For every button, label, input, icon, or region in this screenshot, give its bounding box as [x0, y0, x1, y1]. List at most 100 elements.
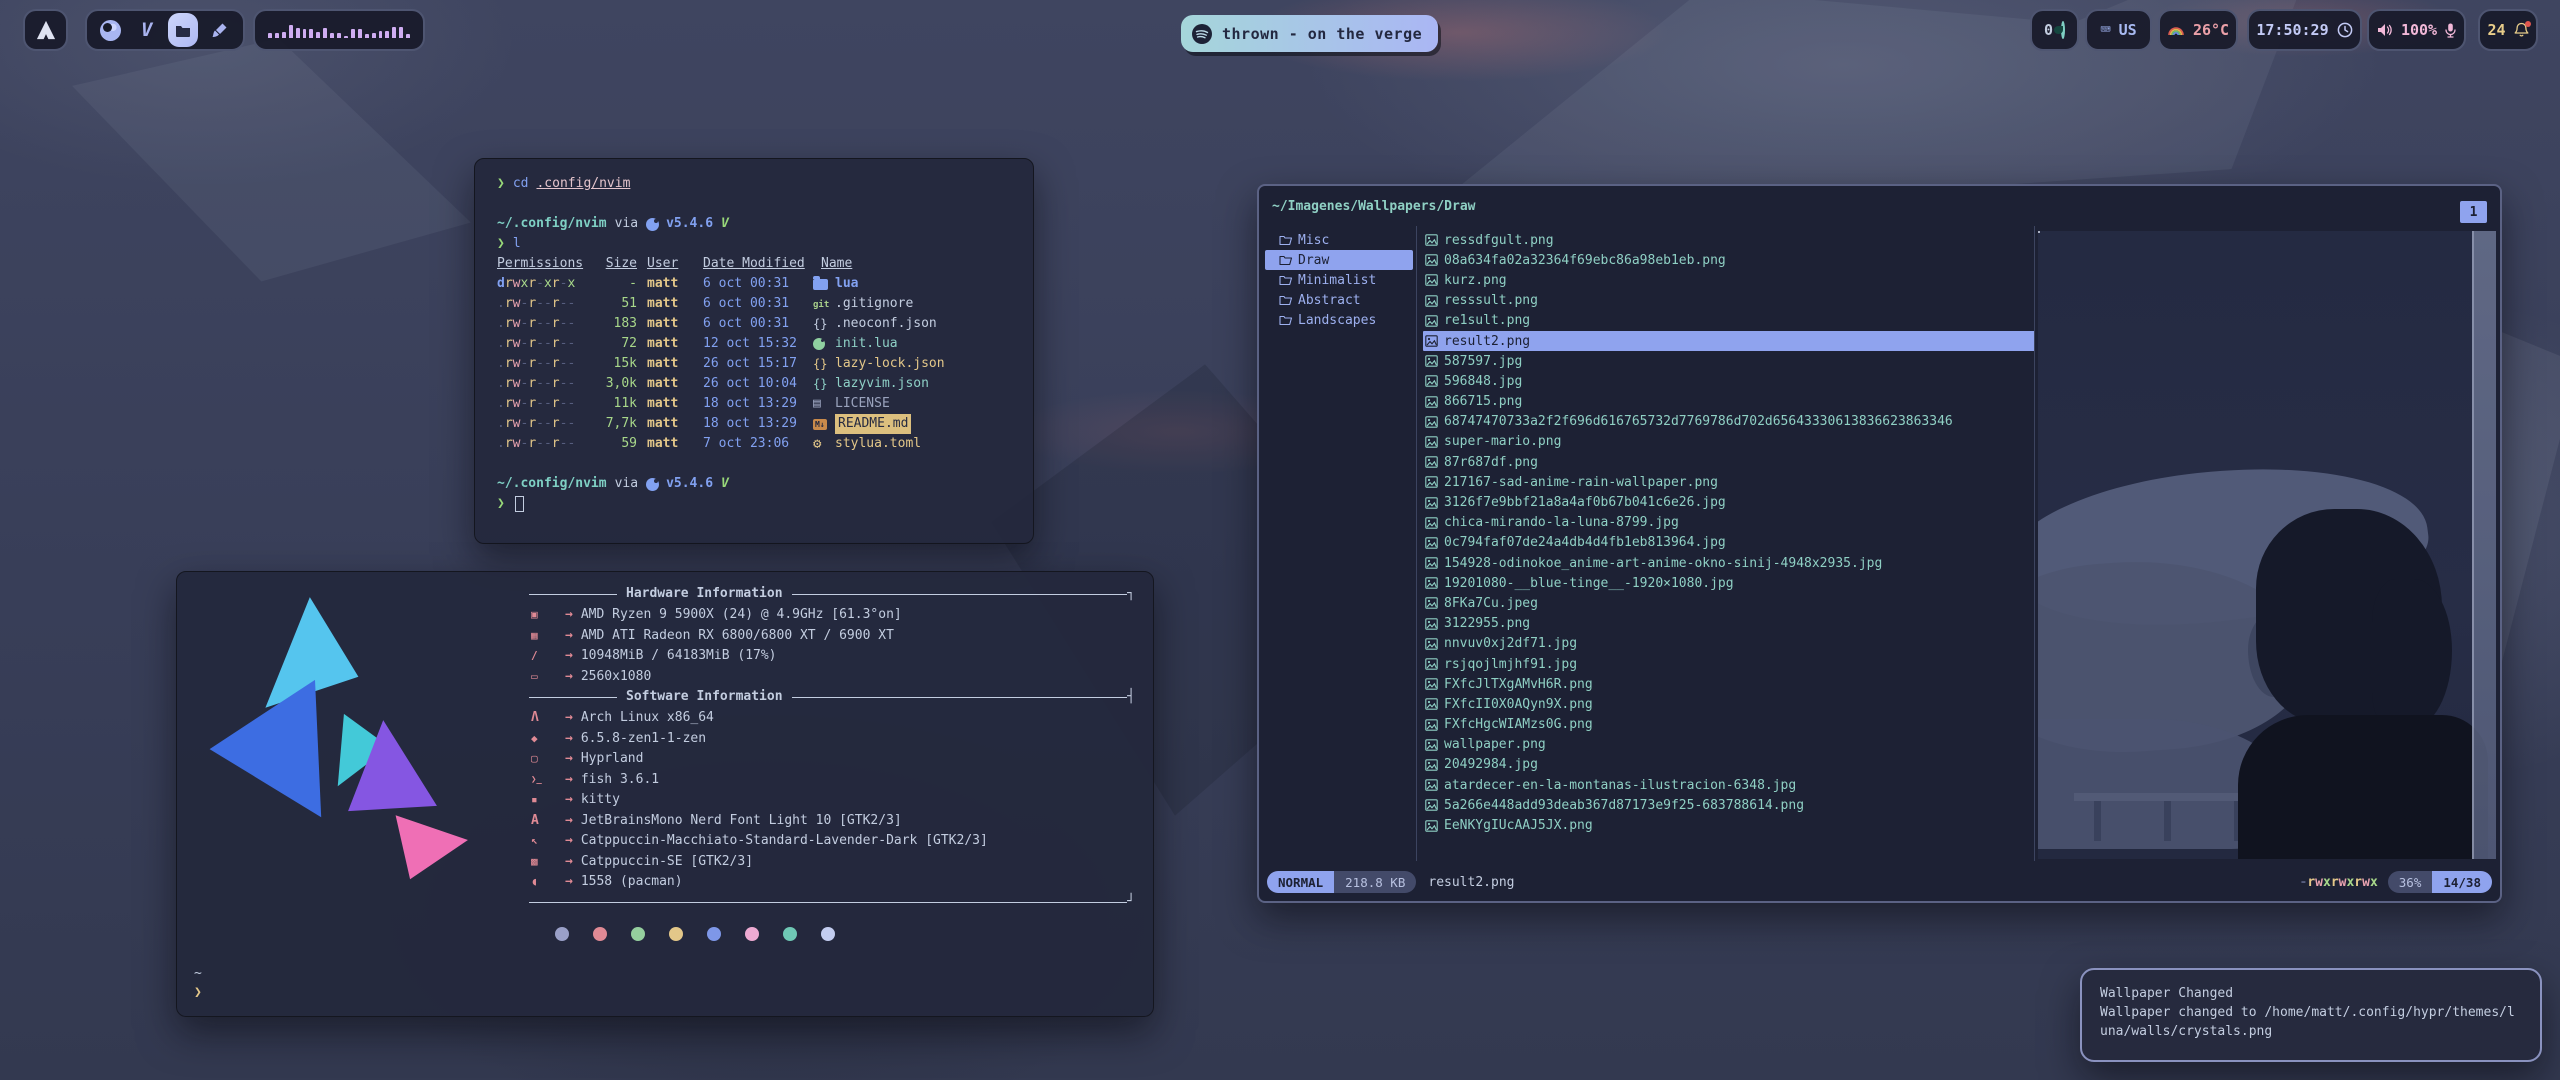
hardware-spec-row: → AMD ATI Radeon RX 6800/6800 XT / 6900 … — [529, 626, 1135, 647]
date-modified: 12 oct 15:32 — [703, 334, 813, 354]
spec-icon — [531, 729, 551, 750]
file-list-item[interactable]: FXfcJlTXgAMvH6R.png — [1423, 674, 2035, 694]
file-list-item[interactable]: 20492984.jpg — [1423, 755, 2035, 775]
launcher-button[interactable] — [23, 9, 68, 51]
file-list-item[interactable]: EeNKYgIUcAAJ5JX.png — [1423, 815, 2035, 835]
firefox-icon[interactable] — [95, 15, 125, 45]
file-list-item[interactable]: atardecer-en-la-montanas-ilustracion-634… — [1423, 775, 2035, 795]
calendar-widget[interactable]: 24 — [2478, 9, 2538, 51]
now-playing-widget[interactable]: thrown - on the verge — [1181, 15, 1438, 52]
file-list-item[interactable]: re1sult.png — [1423, 311, 2035, 331]
file-name: lazy-lock.json — [835, 354, 945, 374]
file-list-item[interactable]: 08a634fa02a32364f69ebc86a98eb1eb.png — [1423, 250, 2035, 270]
file-size: 72 — [593, 334, 637, 354]
sidebar-folder-item[interactable]: Abstract — [1265, 290, 1413, 310]
file-list-item[interactable]: 87r687df.png — [1423, 452, 2035, 472]
notification-title: Wallpaper Changed — [2100, 984, 2522, 1003]
visualizer-bar — [268, 33, 272, 38]
file-type-icon — [813, 354, 827, 375]
file-list-item[interactable]: resssult.png — [1423, 291, 2035, 311]
sidebar-folder-item[interactable]: Landscapes — [1265, 310, 1413, 330]
folder-open-icon — [1279, 314, 1293, 326]
file-list-item[interactable]: result2.png — [1423, 331, 2035, 351]
sidebar-folder-item[interactable]: Draw — [1265, 250, 1413, 270]
arrow-icon: → — [565, 872, 573, 893]
image-file-name: 587597.jpg — [1444, 354, 1522, 369]
day-of-month: 24 — [2487, 21, 2505, 39]
file-list-item[interactable]: kurz.png — [1423, 270, 2035, 290]
image-file-icon — [1425, 396, 1438, 408]
notifications-widget[interactable]: 0 — [2030, 9, 2079, 51]
spec-value: Catppuccin-Macchiato-Standard-Lavender-D… — [581, 831, 988, 852]
file-list-item[interactable]: rsjqojlmjhf91.jpg — [1423, 654, 2035, 674]
permissions: .rw-r--r-- — [497, 334, 593, 354]
file-list-item[interactable]: FXfcHgcWIAMzs0G.png — [1423, 715, 2035, 735]
file-manager-icon[interactable] — [168, 15, 198, 45]
file-list-item[interactable]: 3122955.png — [1423, 614, 2035, 634]
lua-icon — [646, 478, 659, 491]
visualizer-bar — [358, 29, 362, 38]
spec-icon — [531, 605, 551, 626]
file-list-item[interactable]: 154928-odinokoe_anime-art-anime-okno-sin… — [1423, 553, 2035, 573]
vim-icon[interactable]: V — [132, 15, 162, 45]
file-list-item[interactable]: 3126f7e9bbf21a8a4af0b67b041c6e26.jpg — [1423, 492, 2035, 512]
file-name: lua — [835, 274, 858, 294]
visualizer-bar — [365, 34, 369, 38]
file-list-item[interactable]: 68747470733a2f2f696d616765732d7769786d70… — [1423, 412, 2035, 432]
volume-widget[interactable]: 100% — [2367, 9, 2466, 51]
file-list-item[interactable]: ressdfgult.png — [1423, 230, 2035, 250]
file-list-item[interactable]: wallpaper.png — [1423, 735, 2035, 755]
listing-row: .rw-r--r-- 59 matt 7 oct 23:06 stylua.to… — [497, 434, 1011, 454]
palette-dot — [707, 927, 721, 941]
image-file-icon — [1425, 315, 1438, 327]
paintbrush-icon[interactable] — [205, 15, 235, 45]
file-list-item[interactable]: super-mario.png — [1423, 432, 2035, 452]
folder-open-icon — [1279, 254, 1293, 266]
file-list-item[interactable]: 5a266e448add93deab367d87173e9f25-6837886… — [1423, 795, 2035, 815]
notification-popup[interactable]: Wallpaper Changed Wallpaper changed to /… — [2080, 968, 2542, 1062]
sidebar-folder-item[interactable]: Minimalist — [1265, 270, 1413, 290]
image-file-name: kurz.png — [1444, 273, 1507, 288]
file-list-item[interactable]: FXfcII0X0AQyn9X.png — [1423, 694, 2035, 714]
keyboard-layout-widget[interactable]: ⌨ US — [2085, 9, 2152, 51]
terminal-input-line[interactable]: ❯ — [497, 494, 1011, 514]
image-file-name: ressdfgult.png — [1444, 233, 1554, 248]
file-list-item[interactable]: 596848.jpg — [1423, 371, 2035, 391]
statusbar: NORMAL 218.8 KB result2.png -rwxrwxrwx 3… — [1267, 870, 2492, 894]
file-type-icon — [813, 338, 825, 350]
image-file-icon — [1425, 597, 1438, 609]
file-list-item[interactable]: chica-mirando-la-luna-8799.jpg — [1423, 513, 2035, 533]
spec-icon — [531, 852, 551, 873]
file-list-item[interactable]: 866715.png — [1423, 392, 2035, 412]
file-list-item[interactable]: 587597.jpg — [1423, 351, 2035, 371]
list-position: 14/38 — [2432, 871, 2492, 893]
spotify-icon — [1191, 23, 1213, 45]
file-list-item[interactable]: 8FKa7Cu.jpeg — [1423, 593, 2035, 613]
spec-icon — [531, 769, 551, 791]
permissions: drwxr-xr-x — [497, 274, 593, 294]
file-list-item[interactable]: 19201080-__blue-tinge__-1920×1080.jpg — [1423, 573, 2035, 593]
preview-girl-silhouette — [2198, 509, 2478, 859]
file-list: ressdfgult.png 08a634fa02a32364f69ebc86a… — [1423, 230, 2035, 836]
sidebar-folder-item[interactable]: Misc — [1265, 230, 1413, 250]
weather-widget[interactable]: 26°C — [2158, 9, 2238, 51]
tab-badge[interactable]: 1 — [2460, 201, 2487, 223]
permissions: .rw-r--r-- — [497, 414, 593, 434]
file-name: README.md — [835, 414, 911, 434]
fetch-shell-prompt[interactable]: ~ ❯ — [194, 964, 202, 1002]
file-owner: matt — [647, 294, 695, 314]
permissions: .rw-r--r-- — [497, 374, 593, 394]
file-name: stylua.toml — [835, 434, 921, 454]
image-file-icon — [1425, 497, 1438, 509]
file-list-item[interactable]: 217167-sad-anime-rain-wallpaper.png — [1423, 472, 2035, 492]
spec-value: Catppuccin-SE [GTK2/3] — [581, 852, 753, 873]
file-list-item[interactable]: 0c794faf07de24a4db4d4fb1eb813964.jpg — [1423, 533, 2035, 553]
software-spec-row: → JetBrainsMono Nerd Font Light 10 [GTK2… — [529, 811, 1135, 832]
image-file-icon — [1425, 638, 1438, 650]
file-list-item[interactable]: nnvuv0xj2df71.jpg — [1423, 634, 2035, 654]
keyboard-icon: ⌨ — [2100, 20, 2110, 40]
visualizer-bar — [316, 32, 320, 38]
terminal-color-palette — [555, 927, 1135, 941]
clock-widget[interactable]: 17:50:29 — [2247, 9, 2362, 51]
notification-count: 0 — [2044, 21, 2053, 39]
